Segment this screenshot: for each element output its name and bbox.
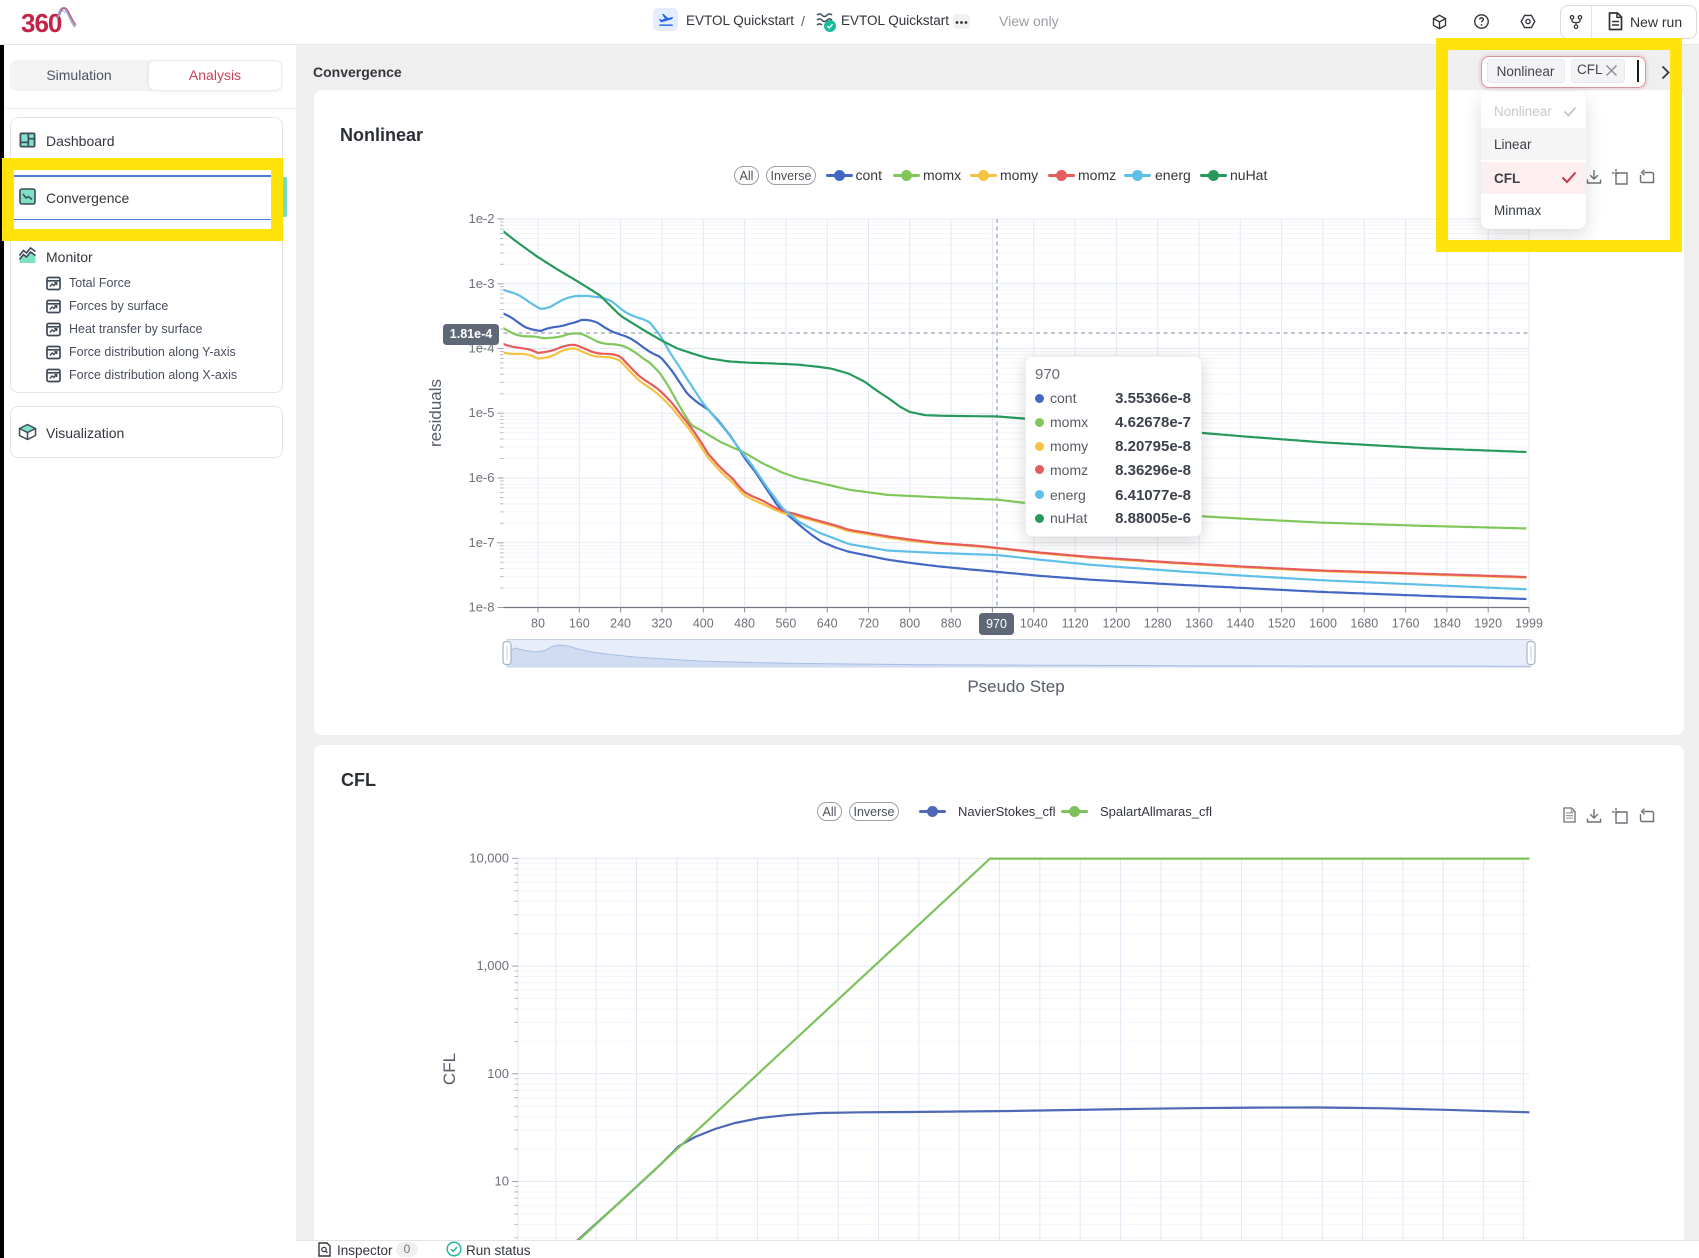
svg-text:1e-8: 1e-8: [468, 600, 494, 615]
svg-text:100: 100: [487, 1066, 509, 1081]
svg-text:1e-2: 1e-2: [468, 211, 494, 226]
svg-text:1440: 1440: [1226, 617, 1254, 631]
svg-text:1680: 1680: [1350, 617, 1378, 631]
svg-text:1280: 1280: [1144, 617, 1172, 631]
svg-text:160: 160: [569, 617, 590, 631]
svg-text:240: 240: [610, 617, 631, 631]
svg-text:1120: 1120: [1062, 617, 1089, 631]
svg-text:720: 720: [858, 617, 879, 631]
svg-text:1e-6: 1e-6: [468, 470, 494, 485]
svg-text:1760: 1760: [1392, 617, 1420, 631]
svg-text:1e-7: 1e-7: [468, 535, 494, 550]
svg-text:1360: 1360: [1185, 617, 1213, 631]
svg-text:320: 320: [651, 617, 672, 631]
svg-text:880: 880: [941, 617, 962, 631]
svg-text:10,000: 10,000: [469, 850, 509, 865]
svg-text:400: 400: [693, 617, 714, 631]
svg-text:1040: 1040: [1020, 617, 1048, 631]
svg-text:1e-3: 1e-3: [468, 276, 494, 291]
svg-text:480: 480: [734, 617, 755, 631]
svg-text:1600: 1600: [1309, 617, 1337, 631]
svg-text:1520: 1520: [1268, 617, 1296, 631]
svg-text:800: 800: [899, 617, 920, 631]
svg-text:1e-5: 1e-5: [468, 405, 494, 420]
svg-text:1920: 1920: [1474, 617, 1502, 631]
svg-text:1200: 1200: [1102, 617, 1130, 631]
svg-text:1,000: 1,000: [476, 958, 509, 973]
svg-text:1840: 1840: [1433, 617, 1461, 631]
svg-text:1999: 1999: [1515, 617, 1543, 631]
svg-text:560: 560: [775, 617, 796, 631]
svg-text:640: 640: [817, 617, 838, 631]
svg-text:10: 10: [495, 1174, 509, 1189]
svg-text:80: 80: [531, 617, 545, 631]
